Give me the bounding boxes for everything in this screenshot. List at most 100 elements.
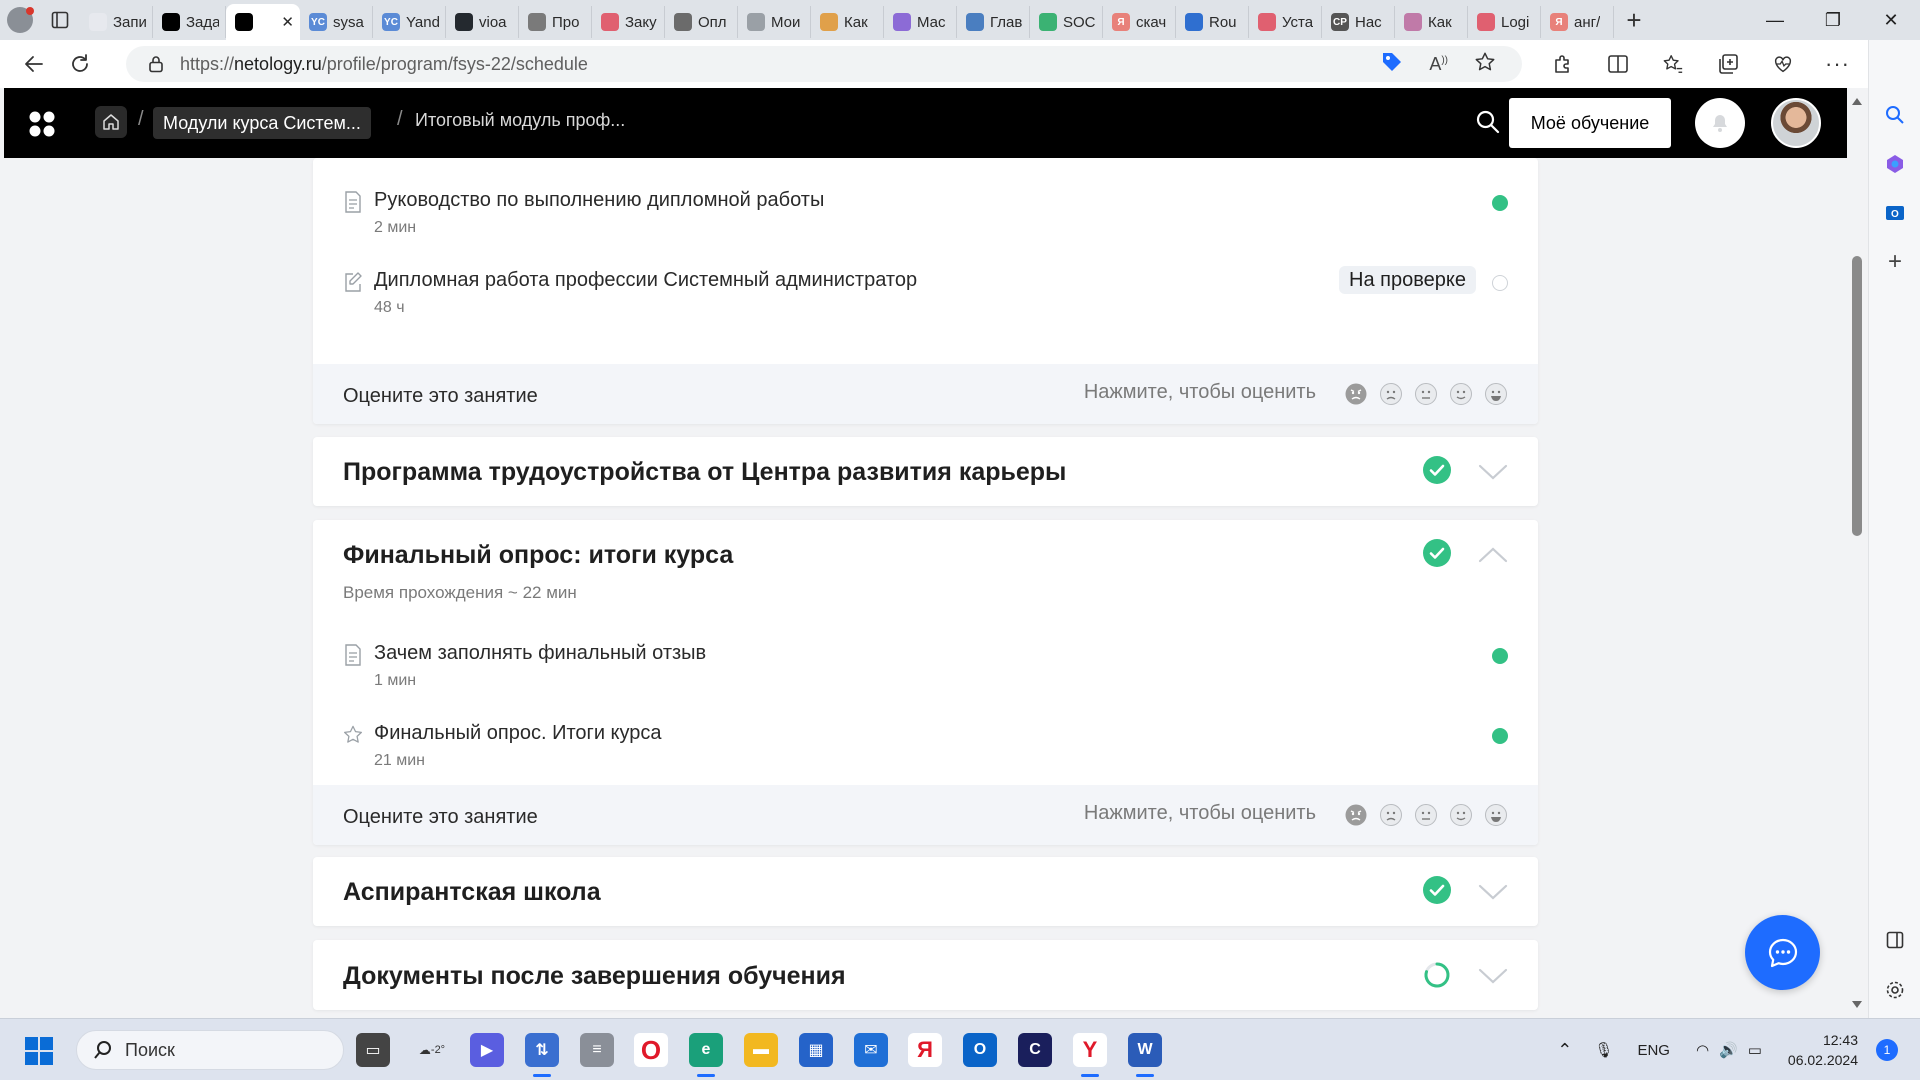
weather-widget[interactable]: ☁ -2° (415, 1033, 449, 1067)
notification-count-badge[interactable]: 1 (1876, 1039, 1898, 1061)
network-app[interactable]: ⇅ (525, 1033, 559, 1077)
profile-button[interactable] (0, 0, 40, 40)
sidebar-add-button[interactable]: + (1869, 242, 1920, 282)
search-icon[interactable] (1474, 108, 1502, 136)
clock[interactable]: 12:43 06.02.2024 (1788, 1030, 1858, 1070)
neutral-face-icon[interactable] (1414, 803, 1438, 827)
section-card-career[interactable]: Программа трудоустройства от Центра разв… (313, 437, 1538, 506)
tab-active[interactable]: ✕ (226, 4, 300, 40)
url-field[interactable]: https://netology.ru/profile/program/fsys… (126, 46, 1522, 82)
happy-face-icon[interactable] (1484, 803, 1508, 827)
sidebar-hide-button[interactable] (1869, 920, 1920, 960)
microphone-icon[interactable]: 🎙 (1594, 1041, 1613, 1059)
yandex-browser-app[interactable]: Я (908, 1033, 942, 1067)
chevron-down-icon[interactable] (1478, 966, 1508, 986)
new-tab-button[interactable]: + (1614, 0, 1654, 40)
support-chat-button[interactable] (1745, 915, 1820, 990)
sidebar-settings-button[interactable] (1869, 970, 1920, 1010)
browser-tab[interactable]: Запи (80, 6, 153, 38)
section-card-documents[interactable]: Документы после завершения обучения (313, 940, 1538, 1010)
angry-face-icon[interactable] (1344, 803, 1368, 827)
happy-face-icon[interactable] (1484, 382, 1508, 406)
smile-face-icon[interactable] (1449, 803, 1473, 827)
browser-tab[interactable]: Rou (1176, 6, 1249, 38)
taskbar-search[interactable]: Поиск (76, 1030, 344, 1070)
outlook-app[interactable]: O (963, 1033, 997, 1067)
favorite-star-icon[interactable] (1474, 51, 1496, 78)
browser-tab[interactable]: Про (519, 6, 592, 38)
user-avatar[interactable] (1771, 98, 1821, 148)
sidebar-outlook-button[interactable]: O (1869, 193, 1920, 233)
browser-tab[interactable]: Заку (592, 6, 665, 38)
browser-tab[interactable]: vioa (446, 6, 519, 38)
reload-button[interactable] (58, 42, 102, 86)
scroll-down-arrow-icon[interactable] (1851, 1000, 1863, 1010)
breadcrumb-module-link[interactable]: Модули курса Систем... (153, 107, 371, 139)
browser-tab[interactable]: CP Нас (1322, 6, 1395, 38)
price-tag-icon[interactable] (1381, 51, 1403, 78)
c-app[interactable]: C (1018, 1033, 1052, 1067)
neutral-face-icon[interactable] (1414, 382, 1438, 406)
sad-face-icon[interactable] (1379, 382, 1403, 406)
chevron-up-icon[interactable]: ⌃ (1557, 1040, 1572, 1061)
tab-actions-button[interactable] (40, 0, 80, 40)
close-tab-icon[interactable]: ✕ (281, 13, 294, 31)
lesson-item[interactable]: Дипломная работа профессии Системный адм… (343, 266, 1508, 319)
lesson-item[interactable]: Финальный опрос. Итоги курса 21 мин (343, 722, 1508, 772)
browser-tab[interactable]: SOC (1030, 6, 1103, 38)
collections-button[interactable] (1700, 40, 1755, 88)
volume-icon[interactable]: 🔊 (1719, 1041, 1738, 1059)
read-aloud-icon[interactable]: A)) (1429, 54, 1448, 75)
windows-start-icon[interactable] (24, 1036, 54, 1066)
yandex-app[interactable]: Y (1073, 1033, 1107, 1077)
browser-tab[interactable]: Уста (1249, 6, 1322, 38)
split-screen-button[interactable] (1590, 40, 1645, 88)
wifi-icon[interactable]: ◠ (1696, 1041, 1709, 1059)
netology-logo-icon[interactable] (28, 111, 56, 137)
language-indicator[interactable]: ENG (1637, 1042, 1670, 1059)
browser-tab[interactable]: Опл (665, 6, 738, 38)
scroll-up-arrow-icon[interactable] (1851, 96, 1863, 106)
opera-app[interactable]: O (634, 1033, 668, 1067)
smile-face-icon[interactable] (1449, 382, 1473, 406)
sidebar-search-button[interactable] (1869, 95, 1920, 135)
page-scrollbar[interactable] (1847, 88, 1868, 1018)
task-view-app[interactable]: ▭ (356, 1033, 390, 1067)
browser-tab[interactable]: Зада (153, 6, 226, 38)
browser-tab[interactable]: Глав (957, 6, 1030, 38)
file-explorer-app[interactable]: ▬ (744, 1033, 778, 1067)
sad-face-icon[interactable] (1379, 803, 1403, 827)
edge-app[interactable]: e (689, 1033, 723, 1077)
extensions-button[interactable] (1535, 40, 1590, 88)
section-title[interactable]: Финальный опрос: итоги курса (343, 541, 733, 570)
restore-button[interactable]: ❐ (1804, 0, 1862, 40)
browser-tab[interactable]: Logi (1468, 6, 1541, 38)
store-app[interactable]: ▦ (799, 1033, 833, 1067)
word-app[interactable]: W (1128, 1033, 1162, 1077)
browser-tab[interactable]: YC Yand (373, 6, 446, 38)
scrollbar-thumb[interactable] (1852, 256, 1862, 536)
sidebar-copilot-button[interactable] (1869, 144, 1920, 184)
lesson-item[interactable]: Зачем заполнять финальный отзыв 1 мин (343, 642, 1508, 692)
home-button[interactable] (95, 106, 127, 138)
terminal-app[interactable]: ≡ (580, 1033, 614, 1067)
close-window-button[interactable]: ✕ (1862, 0, 1920, 40)
my-learning-button[interactable]: Моё обучение (1509, 98, 1671, 148)
browser-tab[interactable]: Как (811, 6, 884, 38)
chevron-up-icon[interactable] (1478, 545, 1508, 565)
minimize-button[interactable]: — (1746, 0, 1804, 40)
favorites-button[interactable] (1645, 40, 1700, 88)
battery-icon[interactable]: ▭ (1748, 1041, 1762, 1059)
settings-more-button[interactable]: ··· (1810, 40, 1865, 88)
teams-app[interactable]: ▶ (470, 1033, 504, 1067)
browser-tab[interactable]: Как (1395, 6, 1468, 38)
chevron-down-icon[interactable] (1478, 882, 1508, 902)
browser-tab[interactable]: Яанг/ (1541, 6, 1614, 38)
mail-app[interactable]: ✉ (854, 1033, 888, 1067)
browser-tab[interactable]: Яскач (1103, 6, 1176, 38)
browser-tab[interactable]: Мас (884, 6, 957, 38)
section-card-graduate-school[interactable]: Аспирантская школа (313, 857, 1538, 926)
browser-tab[interactable]: Мои (738, 6, 811, 38)
notifications-button[interactable] (1695, 98, 1745, 148)
back-button[interactable] (12, 42, 56, 86)
